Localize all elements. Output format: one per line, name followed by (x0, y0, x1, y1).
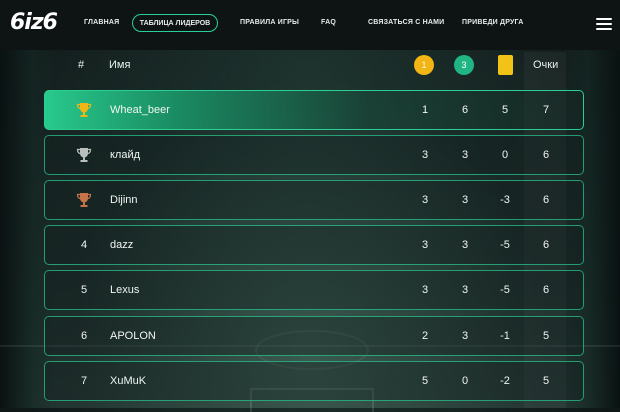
row-player-name: Lexus (110, 284, 140, 296)
row-value-card: -2 (500, 375, 510, 387)
row-value-card: -5 (500, 239, 510, 251)
row-points: 7 (542, 104, 550, 116)
leaderboard-row[interactable]: 6 APOLON 2 3 -1 5 (44, 316, 584, 356)
row-value-card: 0 (501, 149, 509, 161)
nav-rules[interactable]: ПРАВИЛА ИГРЫ (240, 19, 299, 26)
row-value-gold: 3 (421, 149, 429, 161)
row-player-name: XuMuK (110, 375, 147, 387)
row-player-name: Wheat_beer (110, 104, 170, 116)
row-value-green: 3 (461, 284, 469, 296)
row-value-green: 6 (461, 104, 469, 116)
row-player-name: Dijinn (110, 194, 138, 206)
top-navigation: 6iz6 ГЛАВНАЯ ТАБЛИЦА ЛИДЕРОВ ПРАВИЛА ИГР… (0, 0, 620, 50)
column-gold-badge: 1 (414, 55, 434, 75)
row-value-card: 5 (501, 104, 509, 116)
row-rank: 4 (80, 239, 88, 251)
row-player-name: клайд (110, 149, 141, 161)
column-green-badge: 3 (454, 55, 474, 75)
leaderboard-row[interactable]: 4 dazz 3 3 -5 6 (44, 225, 584, 265)
row-rank: 5 (80, 284, 88, 296)
menu-icon[interactable] (596, 18, 612, 30)
column-points: Очки (533, 59, 559, 71)
row-value-green: 3 (461, 330, 469, 342)
row-rank: 6 (80, 330, 88, 342)
nav-invite-friend[interactable]: ПРИВЕДИ ДРУГА (462, 19, 524, 26)
row-points: 6 (542, 149, 550, 161)
column-name: Имя (109, 59, 131, 71)
nav-contact[interactable]: СВЯЗАТЬСЯ С НАМИ (368, 19, 444, 26)
trophy-gold-icon (76, 102, 92, 118)
leaderboard-row[interactable]: Wheat_beer 1 6 5 7 (44, 90, 584, 130)
row-value-card: -5 (500, 284, 510, 296)
row-value-gold: 1 (421, 104, 429, 116)
nav-leaderboard[interactable]: ТАБЛИЦА ЛИДЕРОВ (132, 14, 218, 32)
row-value-green: 3 (461, 149, 469, 161)
row-value-gold: 3 (421, 239, 429, 251)
row-rank: 7 (80, 375, 88, 387)
row-points: 6 (542, 239, 550, 251)
row-value-card: -1 (500, 330, 510, 342)
row-value-green: 3 (461, 194, 469, 206)
logo[interactable]: 6iz6 (10, 10, 58, 35)
row-player-name: dazz (110, 239, 134, 251)
row-value-green: 3 (461, 239, 469, 251)
column-rank: # (78, 59, 85, 71)
nav-home[interactable]: ГЛАВНАЯ (84, 19, 119, 26)
row-points: 5 (542, 375, 550, 387)
row-value-gold: 2 (421, 330, 429, 342)
row-points: 5 (542, 330, 550, 342)
row-value-green: 0 (461, 375, 469, 387)
trophy-silver-icon (76, 147, 92, 163)
row-value-gold: 3 (421, 284, 429, 296)
trophy-bronze-icon (76, 192, 92, 208)
leaderboard-row[interactable]: клайд 3 3 0 6 (44, 135, 584, 175)
leaderboard-row[interactable]: Dijinn 3 3 -3 6 (44, 180, 584, 220)
nav-faq[interactable]: FAQ (321, 19, 336, 26)
row-points: 6 (542, 194, 550, 206)
row-value-gold: 5 (421, 375, 429, 387)
row-points: 6 (542, 284, 550, 296)
row-player-name: APOLON (110, 330, 156, 342)
yellow-card-icon (498, 55, 513, 75)
row-value-card: -3 (500, 194, 510, 206)
leaderboard-row[interactable]: 7 XuMuK 5 0 -2 5 (44, 361, 584, 401)
nav-leaderboard-label: ТАБЛИЦА ЛИДЕРОВ (139, 20, 211, 27)
leaderboard-row[interactable]: 5 Lexus 3 3 -5 6 (44, 270, 584, 310)
row-value-gold: 3 (421, 194, 429, 206)
